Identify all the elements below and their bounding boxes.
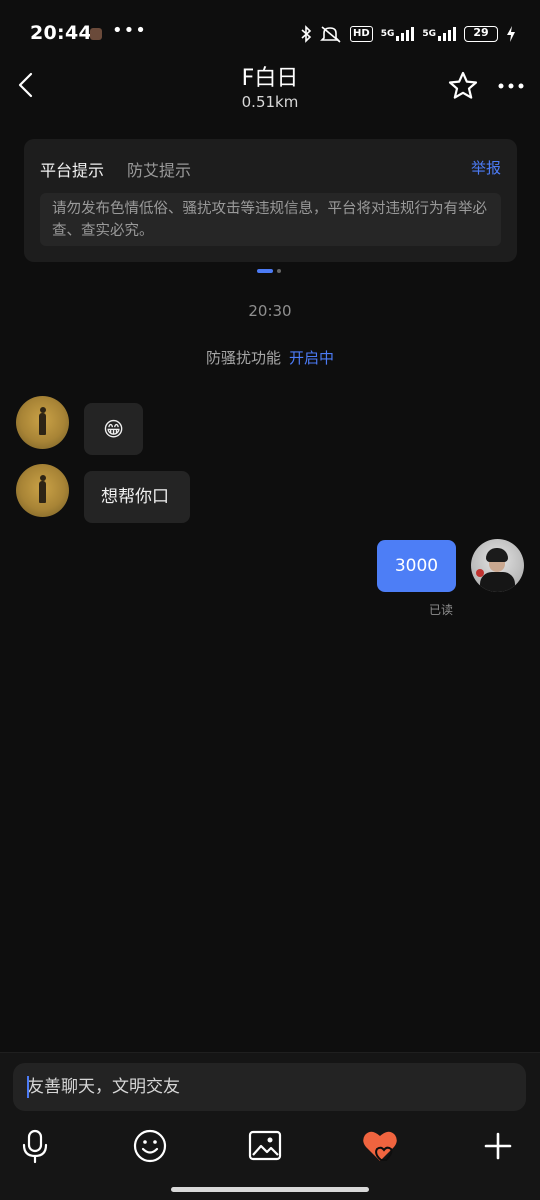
notice-pager xyxy=(257,269,281,273)
more-notifications-indicator: ••• xyxy=(112,20,147,41)
gift-heart-button[interactable] xyxy=(360,1126,400,1166)
pager-dot-active xyxy=(257,269,273,273)
avatar-self[interactable] xyxy=(471,539,524,592)
signal-icon-1: 5G xyxy=(380,27,415,41)
voice-button[interactable] xyxy=(15,1126,55,1166)
signal-label-2: 5G xyxy=(422,29,436,39)
avatar[interactable] xyxy=(16,464,69,517)
message-input-box[interactable] xyxy=(13,1063,526,1111)
message-bubble-self[interactable]: 3000 xyxy=(377,540,456,592)
report-link[interactable]: 举报 xyxy=(471,157,501,178)
notice-card: 平台提示 防艾提示 举报 请勿发布色情低俗、骚扰攻击等违规信息，平台将对违规行为… xyxy=(24,139,517,262)
status-time: 20:44 xyxy=(30,22,92,44)
anti-harassment-state[interactable]: 开启中 xyxy=(289,349,334,367)
message-input[interactable] xyxy=(13,1063,526,1111)
favorite-button[interactable] xyxy=(447,70,479,102)
signal-icon-2: 5G xyxy=(422,27,456,41)
message-bubble[interactable]: 想帮你口 xyxy=(84,471,190,523)
anti-harassment-label: 防骚扰功能 xyxy=(205,349,281,367)
pager-dot xyxy=(277,269,281,273)
notice-text: 请勿发布色情低俗、骚扰攻击等违规信息，平台将对违规行为有举必查、查实必究。 xyxy=(40,193,501,246)
tab-platform-notice[interactable]: 平台提示 xyxy=(40,157,104,181)
image-button[interactable] xyxy=(245,1126,285,1166)
hd-voice-icon: HD xyxy=(350,26,373,42)
mute-icon xyxy=(320,26,341,43)
star-icon xyxy=(448,71,478,99)
status-bar: 20:44 ••• HD 5G 5G 29 xyxy=(0,0,540,64)
mic-icon xyxy=(22,1129,48,1164)
message-timestamp: 20:30 xyxy=(248,302,292,320)
image-icon xyxy=(248,1130,282,1161)
anti-harassment-status: 防骚扰功能 开启中 xyxy=(0,347,540,368)
charging-icon xyxy=(507,26,515,42)
text-caret xyxy=(27,1076,29,1098)
emoji-button[interactable] xyxy=(130,1126,170,1166)
emoji-icon xyxy=(133,1129,167,1163)
message-bubble[interactable]: 😁 xyxy=(84,403,143,455)
avatar[interactable] xyxy=(16,396,69,449)
read-receipt: 已读 xyxy=(429,603,454,617)
battery-icon: 29 xyxy=(464,26,498,42)
signal-label-1: 5G xyxy=(380,29,395,39)
bluetooth-icon xyxy=(301,25,312,43)
heart-gift-icon xyxy=(363,1131,397,1161)
more-dots-icon xyxy=(498,83,524,89)
app-notification-icon xyxy=(90,28,102,40)
more-options-button[interactable] xyxy=(497,76,525,96)
more-actions-button[interactable] xyxy=(478,1126,518,1166)
status-icons: HD 5G 5G 29 xyxy=(300,24,516,44)
tab-aids-notice[interactable]: 防艾提示 xyxy=(127,157,191,181)
plus-icon xyxy=(484,1132,512,1160)
battery-level: 29 xyxy=(473,26,489,39)
home-indicator[interactable] xyxy=(171,1187,369,1192)
